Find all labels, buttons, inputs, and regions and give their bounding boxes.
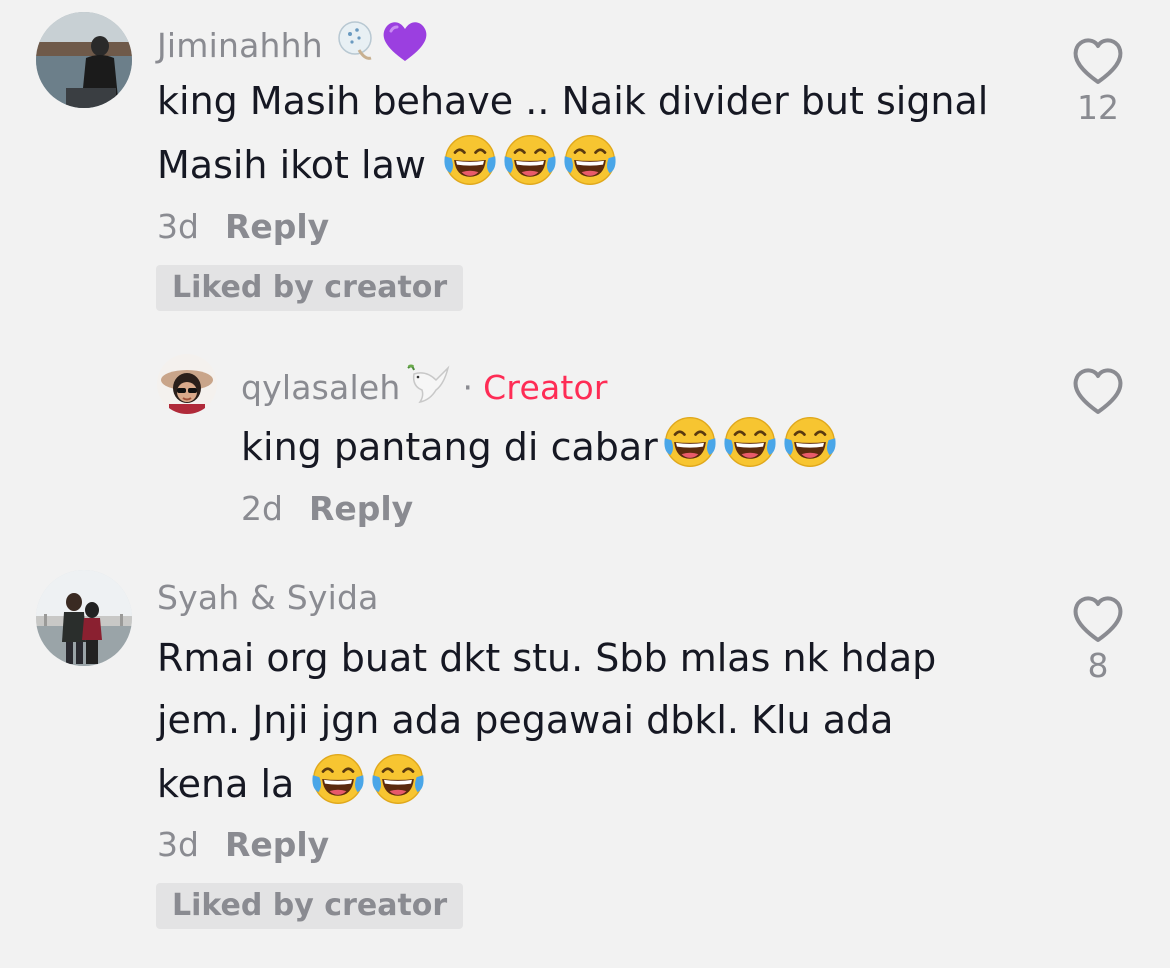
purple-heart-icon: [381, 19, 429, 71]
avatar[interactable]: [36, 570, 132, 666]
comment-text-line: jem. Jnji jgn ada pegawai dbkl. Klu ada: [157, 698, 894, 742]
comment-meta: 3d Reply: [157, 825, 329, 864]
heart-outline-icon[interactable]: [1070, 594, 1126, 644]
laughing-tears-emoji: [662, 414, 718, 470]
laughing-tears-emoji: [722, 414, 778, 470]
comment-time: 2d: [241, 489, 283, 528]
laughing-tears-emoji: [562, 132, 618, 188]
username-text[interactable]: Syah & Syida: [157, 578, 379, 617]
avatar[interactable]: [36, 12, 132, 108]
comment-text-segment: kena la: [157, 762, 295, 806]
username-text[interactable]: qylasaleh: [241, 368, 400, 407]
comment-text-line: kena la: [157, 751, 936, 815]
like-column: [1066, 366, 1130, 416]
comment-username[interactable]: Syah & Syida: [157, 578, 379, 617]
flower-bubble-icon: [337, 18, 377, 72]
comment-text: king Masih behave .. Naik divider but si…: [157, 70, 988, 196]
comment-text: Rmai org buat dkt stu. Sbb mlas nk hdap …: [157, 627, 936, 815]
like-count: 8: [1087, 646, 1109, 685]
like-count: 12: [1077, 88, 1119, 127]
comment-meta: 3d Reply: [157, 207, 329, 246]
comment-text-line: king pantang di cabar: [241, 414, 838, 478]
reply-button[interactable]: Reply: [309, 489, 413, 528]
comment-meta: 2d Reply: [241, 489, 413, 528]
comment-text-line: Masih ikot law: [157, 132, 988, 196]
dove-icon: [402, 360, 450, 414]
username-text[interactable]: Jiminahhh: [157, 26, 323, 65]
creator-tag: Creator: [483, 367, 608, 407]
comment-username[interactable]: qylasaleh · Creator: [241, 360, 608, 414]
comment-time: 3d: [157, 825, 199, 864]
comment-time: 3d: [157, 207, 199, 246]
comment-text-line: Rmai org buat dkt stu. Sbb mlas nk hdap: [157, 636, 937, 680]
laughing-tears-emoji: [782, 414, 838, 470]
comment-username[interactable]: Jiminahhh: [157, 18, 429, 72]
comment-text-segment: king pantang di cabar: [241, 425, 658, 469]
reply-button[interactable]: Reply: [225, 825, 329, 864]
avatar[interactable]: [157, 354, 217, 414]
comment-text-line: king Masih behave .. Naik divider but si…: [157, 79, 989, 123]
laughing-tears-emoji: [310, 751, 366, 807]
separator-dot: ·: [462, 367, 474, 407]
laughing-tears-emoji: [370, 751, 426, 807]
like-column: 12: [1066, 36, 1130, 127]
liked-by-creator-badge: Liked by creator: [156, 265, 464, 311]
comment-text: king pantang di cabar: [241, 414, 838, 478]
reply-button[interactable]: Reply: [225, 207, 329, 246]
liked-by-creator-badge: Liked by creator: [156, 883, 464, 929]
laughing-tears-emoji: [502, 132, 558, 188]
heart-outline-icon[interactable]: [1070, 366, 1126, 416]
laughing-tears-emoji: [442, 132, 498, 188]
comment-text-segment: Masih ikot law: [157, 143, 426, 187]
like-column: 8: [1066, 594, 1130, 685]
heart-outline-icon[interactable]: [1070, 36, 1126, 86]
